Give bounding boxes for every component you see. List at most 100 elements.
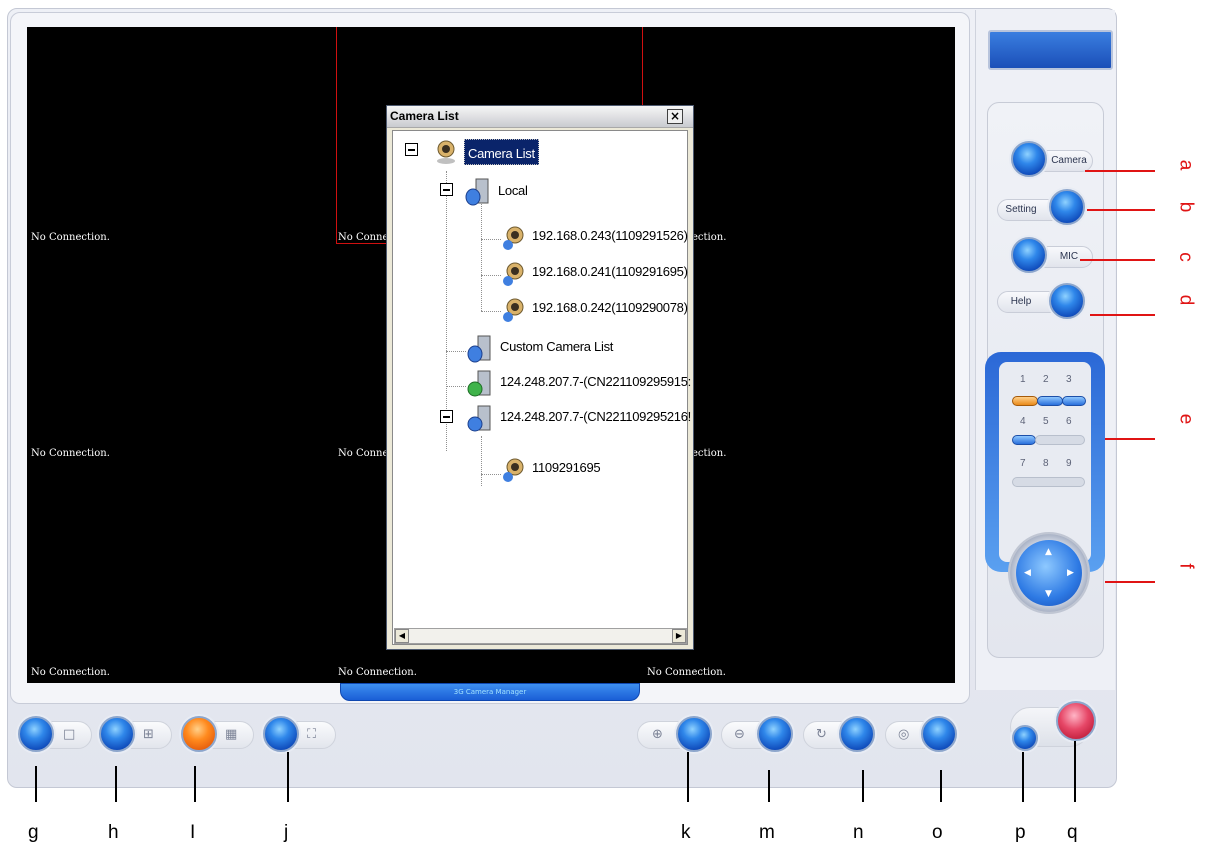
annotation-label-g: g [28,822,39,843]
app-title-tab: 3G Camera Manager [340,683,640,701]
cell-status-5: No Conne [338,448,389,459]
refresh-orb-button[interactable] [839,716,875,752]
preset-button-2[interactable] [1037,396,1063,406]
camera-list-dialog: Camera List × Camera List Local 192.168.… [386,105,694,650]
annotation-line-d [1090,314,1155,316]
tree-guide [446,386,466,387]
webcam-icon [503,226,524,250]
ptz-right-icon[interactable]: ▶ [1067,569,1074,578]
tree-guide [481,311,501,312]
scroll-left-icon[interactable]: ◀ [395,629,409,643]
ptz-up-icon[interactable]: ▲ [1045,548,1052,557]
layout-4-orb-button[interactable] [99,716,135,752]
tree-guide [481,239,501,240]
tree-item-camera[interactable]: 192.168.0.243(1109291526) [532,228,688,243]
close-icon[interactable]: × [667,109,683,124]
webcam-icon [503,262,524,286]
layout-1-orb-button[interactable] [18,716,54,752]
ptz-left-icon[interactable]: ◀ [1024,569,1031,578]
server-icon [465,178,489,206]
dialog-title: Camera List [390,109,459,123]
tree-guide [446,171,447,451]
preset-number: 2 [1043,374,1049,385]
server-icon [467,335,491,363]
annotation-label-j: j [284,822,289,843]
minimize-button[interactable] [1012,725,1038,751]
tree-item-remote-server[interactable]: 124.248.207.7-(CN221109295915: [500,374,691,389]
power-off-button[interactable] [1056,701,1096,741]
annotation-line-i [194,766,196,802]
cell-status-3: ection. [692,232,727,243]
annotation-label-h: h [108,822,119,843]
annotation-line-f [1105,581,1155,583]
cell-status-9: No Connection. [647,667,726,678]
annotation-line-o [940,770,942,802]
preset-number: 5 [1043,416,1049,427]
preset-number: 3 [1066,374,1072,385]
setting-orb-button[interactable] [1049,189,1085,225]
annotation-label-m: m [759,822,775,843]
help-orb-button[interactable] [1049,283,1085,319]
tree-item-camera[interactable]: 192.168.0.242(1109290078) [532,300,688,315]
tree-item-label: Camera List [468,146,535,161]
annotation-label-i: I [190,822,196,843]
tree-guide [481,201,482,311]
server-blue-icon [467,405,491,432]
preset-button-4[interactable] [1012,435,1036,445]
annotation-label-b: b [1175,201,1197,213]
cell-status-4: No Connection. [31,448,110,459]
collapse-toggle-remote[interactable] [440,410,453,423]
annotation-label-k: k [681,822,691,843]
annotation-label-c: c [1174,252,1196,262]
cell-status-7: No Connection. [31,667,110,678]
globe-orb-button[interactable] [921,716,957,752]
horizontal-scrollbar[interactable]: ◀ ▶ [394,628,687,644]
scroll-right-icon[interactable]: ▶ [672,629,686,643]
tree-guide [481,474,501,475]
annotation-line-j [287,752,289,802]
collapse-toggle-root[interactable] [405,143,418,156]
zoom-in-orb-button[interactable] [676,716,712,752]
annotation-line-g [35,766,37,802]
webcam-icon [437,140,455,164]
webcam-icon [503,298,524,322]
tree-guide [481,436,482,486]
annotation-label-n: n [853,822,864,843]
annotation-line-p [1022,752,1024,802]
fullscreen-orb-button[interactable] [263,716,299,752]
preset-number: 4 [1020,416,1026,427]
cell-status-1: No Connection. [31,232,110,243]
preset-button-7-9[interactable] [1012,477,1085,487]
ptz-control-pad[interactable]: ▲ ▼ ◀ ▶ [1016,540,1082,606]
tree-item-custom-camera-list[interactable]: Custom Camera List [500,339,613,354]
annotation-line-b [1087,209,1155,211]
tree-item-remote-server[interactable]: 124.248.207.7-(CN221109295216! [500,409,691,424]
ptz-down-icon[interactable]: ▼ [1045,590,1052,599]
annotation-line-n [862,770,864,802]
annotation-line-a [1085,170,1155,172]
annotation-line-h [115,766,117,802]
tree-guide [481,275,501,276]
preset-button-3[interactable] [1062,396,1086,406]
server-green-icon [467,370,491,397]
zoom-out-orb-button[interactable] [757,716,793,752]
annotation-line-k [687,752,689,802]
annotation-label-a: a [1175,159,1197,171]
annotation-label-e: e [1175,413,1197,425]
preset-button-5-6[interactable] [1035,435,1085,445]
camera-orb-button[interactable] [1011,141,1047,177]
collapse-toggle-local[interactable] [440,183,453,196]
tree-item-local[interactable]: Local [498,183,528,198]
mic-orb-button[interactable] [1011,237,1047,273]
annotation-line-m [768,770,770,802]
camera-tree: Camera List Local 192.168.0.243(11092915… [392,130,691,645]
tree-item-camera[interactable]: 1109291695 [532,460,601,475]
layout-9-orb-button[interactable] [181,716,217,752]
tree-item-camera-list[interactable]: Camera List [464,139,539,165]
dialog-titlebar[interactable]: Camera List × [387,106,693,128]
tree-item-camera[interactable]: 192.168.0.241(1109291695) [532,264,688,279]
cell-status-6: ection. [692,448,727,459]
preset-button-1[interactable] [1012,396,1038,406]
tree-guide [446,351,466,352]
preset-number: 9 [1066,458,1072,469]
